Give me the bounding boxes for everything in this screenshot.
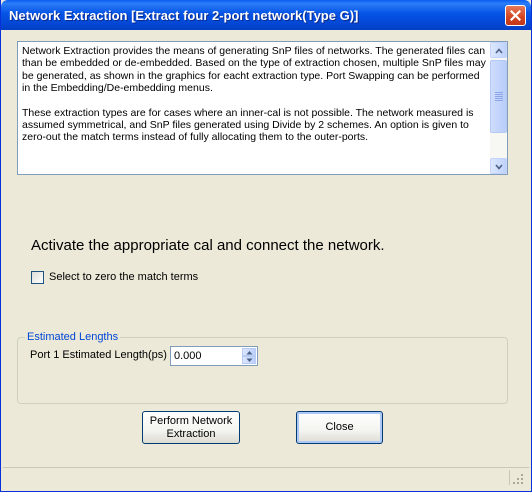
description-paragraph: These extraction types are for cases whe… — [22, 106, 474, 144]
title-bar[interactable]: Network Extraction [Extract four 2-port … — [1, 0, 531, 30]
perform-network-extraction-button[interactable]: Perform Network Extraction — [142, 411, 240, 444]
estimated-lengths-title: Estimated Lengths — [25, 331, 121, 343]
close-icon — [510, 10, 521, 21]
description-text: Network Extraction provides the means of… — [22, 45, 490, 156]
port1-length-stepper[interactable] — [242, 348, 256, 364]
caret-up-icon — [246, 351, 253, 355]
scroll-up-button[interactable] — [490, 42, 507, 58]
status-bar — [3, 467, 529, 487]
scroll-down-button[interactable] — [490, 158, 507, 174]
chevron-up-icon — [495, 48, 503, 54]
window-title: Network Extraction [Extract four 2-port … — [9, 8, 359, 23]
network-extraction-dialog: Network Extraction [Extract four 2-port … — [0, 0, 532, 492]
description-paragraph: Network Extraction provides the means of… — [22, 45, 486, 95]
spin-up-button[interactable] — [242, 348, 256, 356]
status-pane — [5, 470, 510, 485]
spin-down-button[interactable] — [242, 356, 256, 364]
port1-length-value[interactable]: 0.000 — [174, 350, 202, 362]
close-button[interactable]: Close — [296, 411, 383, 444]
perform-button-label: Perform Network Extraction — [149, 415, 233, 440]
close-button-label: Close — [325, 421, 354, 433]
zero-match-label[interactable]: Select to zero the match terms — [49, 271, 198, 283]
description-textbox[interactable]: Network Extraction provides the means of… — [17, 41, 508, 175]
instruction-text: Activate the appropriate cal and connect… — [31, 237, 385, 254]
estimated-lengths-group — [17, 337, 508, 404]
close-window-button[interactable] — [505, 5, 526, 26]
scroll-thumb[interactable] — [490, 60, 507, 133]
vertical-scrollbar[interactable] — [490, 42, 507, 174]
port1-length-label: Port 1 Estimated Length(ps) — [30, 349, 167, 361]
port1-length-input[interactable]: 0.000 — [170, 346, 258, 366]
zero-match-checkbox[interactable] — [31, 271, 44, 284]
caret-down-icon — [246, 358, 253, 362]
chevron-down-icon — [495, 164, 503, 170]
